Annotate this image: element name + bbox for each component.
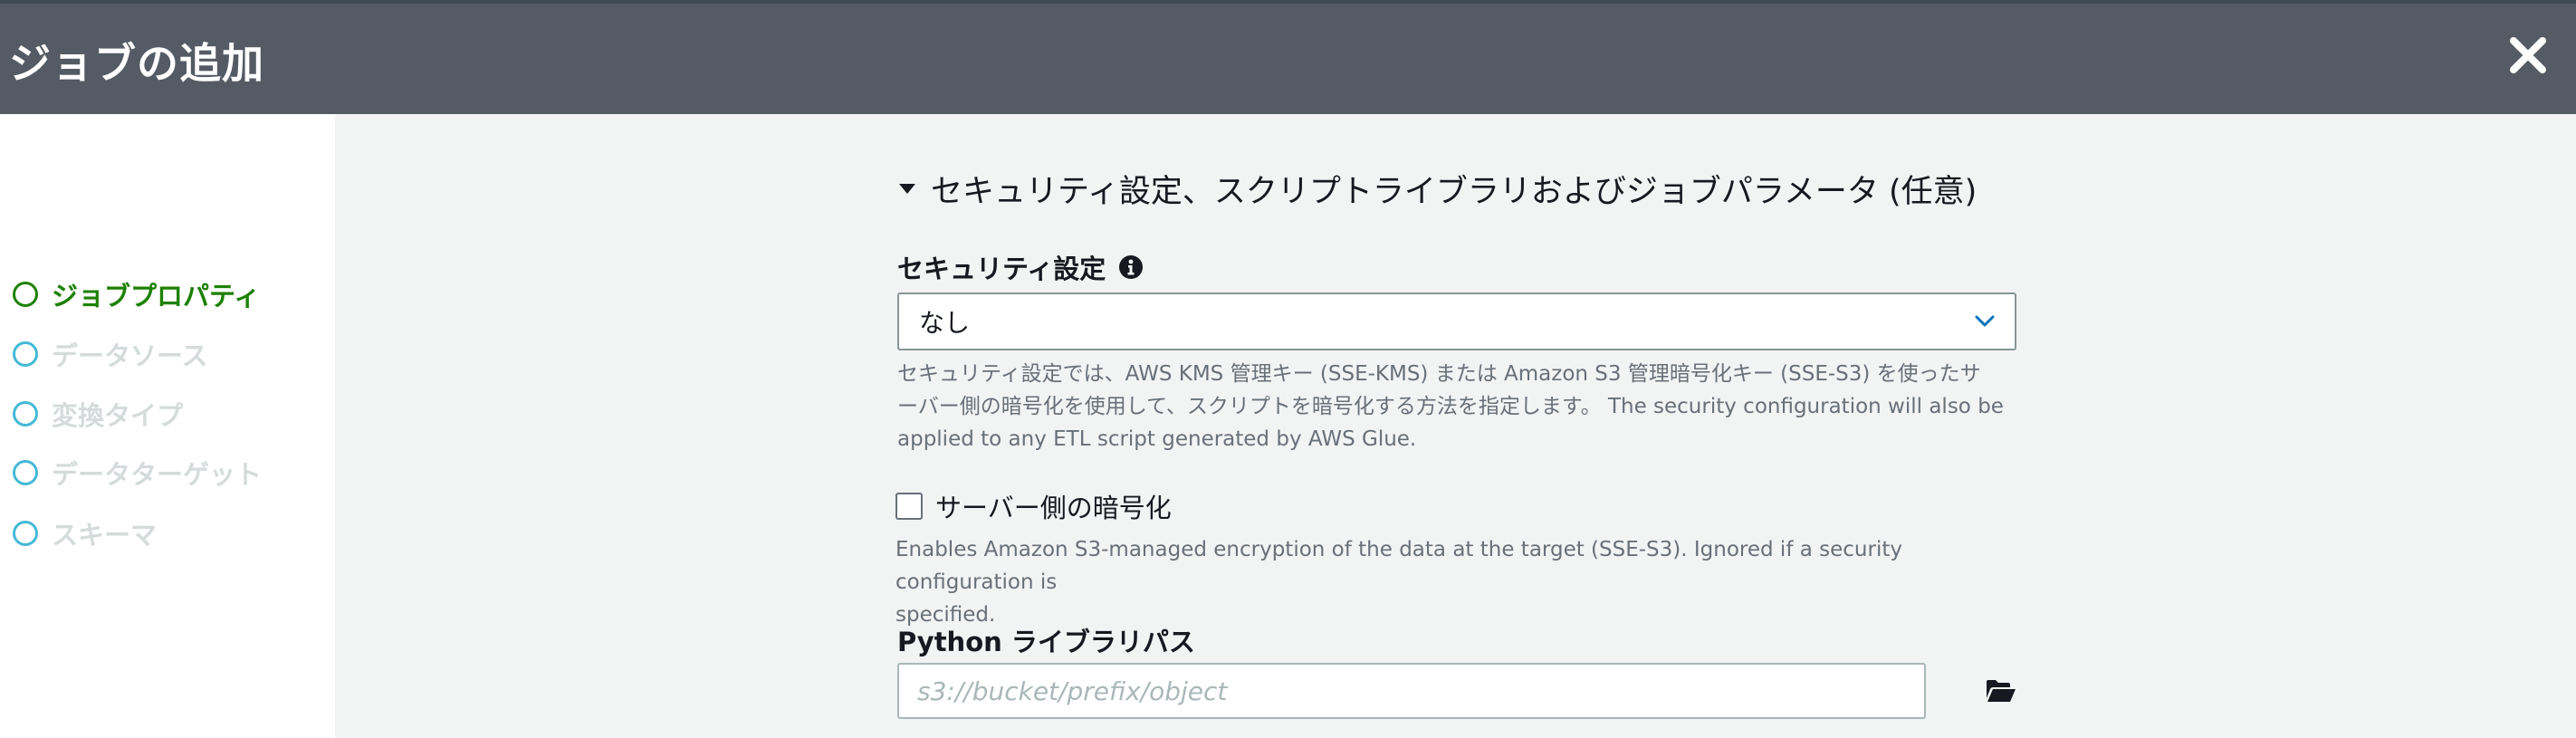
step-circle-icon [13,460,38,485]
chevron-down-icon [1975,315,1995,327]
section-title: セキュリティ設定、スクリプトライブラリおよびジョブパラメータ (任意) [931,174,1977,210]
section-toggle[interactable]: セキュリティ設定、スクリプトライブラリおよびジョブパラメータ (任意) [898,166,1977,212]
step-label: 変換タイプ [52,400,184,431]
step-circle-icon [13,341,38,367]
security-config-selected-value: なし [919,308,971,338]
close-icon [2510,37,2546,73]
step-label: スキーマ [52,520,158,551]
step-label: ジョブプロパティ [52,281,261,311]
step-data-target[interactable]: データターゲット [13,455,262,491]
security-config-description-line: ーバー側の暗号化を使用して、スクリプトを暗号化する方法を指定します。 The s… [897,395,2004,418]
step-schema[interactable]: スキーマ [13,515,157,551]
server-side-encryption-label[interactable]: サーバー側の暗号化 [935,487,1172,525]
step-circle-icon [13,401,38,427]
step-label: データターゲット [52,459,263,490]
info-icon [1119,255,1144,279]
security-config-description-line: セキュリティ設定では、AWS KMS 管理キー (SSE-KMS) または Am… [897,362,1981,386]
security-config-label: セキュリティ設定 [897,248,1144,286]
step-data-source[interactable]: データソース [13,336,208,372]
step-circle-icon [13,521,38,546]
security-config-select[interactable]: なし [897,292,2016,350]
step-label: データソース [52,340,208,371]
modal-header: ジョブの追加 [0,4,2576,114]
server-side-encryption-row: サーバー側の暗号化 [895,487,1172,525]
server-side-encryption-checkbox[interactable] [895,493,923,520]
step-circle-icon [13,282,38,307]
step-transform-type[interactable]: 変換タイプ [13,396,183,432]
server-side-encryption-description: Enables Amazon S3-managed encryption of … [895,533,2023,631]
python-library-label: Python ライブラリパス [897,627,1195,657]
security-config-label-text: セキュリティ設定 [897,254,1106,284]
browse-s3-button[interactable] [1983,676,2019,705]
security-config-description-line: applied to any ETL script generated by A… [897,427,1417,451]
step-job-properties[interactable]: ジョブプロパティ [13,276,260,312]
python-library-path-input[interactable] [897,663,1926,719]
info-button[interactable] [1118,254,1144,280]
server-side-encryption-description-line: Enables Amazon S3-managed encryption of … [895,538,1902,594]
wizard-steps-sidebar: ジョブプロパティ データソース 変換タイプ データターゲット スキーマ [0,114,335,738]
caret-down-icon [899,183,915,194]
security-config-description: セキュリティ設定では、AWS KMS 管理キー (SSE-KMS) または Am… [897,358,2025,455]
close-button[interactable] [2502,29,2554,81]
modal-title: ジョブの追加 [9,39,264,88]
folder-open-icon [1987,680,2016,702]
